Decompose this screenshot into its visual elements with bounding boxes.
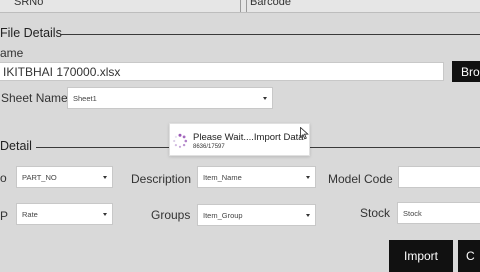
rate-label: P <box>0 209 9 223</box>
section-divider <box>309 147 480 148</box>
part-no-label: o <box>0 171 7 185</box>
stock-value: Stock <box>403 208 422 218</box>
secondary-button[interactable]: C <box>458 240 480 272</box>
section-divider <box>60 34 480 35</box>
detail-title: Detail <box>0 139 32 153</box>
mouse-pointer-icon <box>300 127 309 140</box>
grid-col-srno[interactable]: SRNo <box>14 0 43 8</box>
popup-progress: 8636/17597 <box>193 144 225 150</box>
file-details-title: File Details <box>0 26 62 40</box>
chevron-down-icon <box>306 175 310 179</box>
model-code-input[interactable] <box>398 166 480 188</box>
section-divider <box>36 147 170 148</box>
grid-col-separator <box>240 0 241 12</box>
loading-spinner-icon <box>173 133 188 148</box>
chevron-down-icon <box>263 96 267 100</box>
part-no-value: PART_NO <box>22 172 57 182</box>
part-no-select[interactable]: PART_NO <box>16 166 113 188</box>
sheet-name-value: Sheet1 <box>73 93 97 103</box>
chevron-down-icon <box>103 175 107 179</box>
rate-select[interactable]: Rate <box>16 203 113 225</box>
grid-col-barcode[interactable]: Barcode <box>250 0 291 8</box>
file-path-value: IKITBHAI 170000.xlsx <box>3 64 121 79</box>
stock-label: Stock <box>360 206 391 220</box>
grid-col-separator <box>246 0 247 12</box>
description-label: Description <box>131 172 192 186</box>
sheet-name-label: Sheet Name <box>1 91 68 105</box>
file-path-input[interactable]: IKITBHAI 170000.xlsx <box>0 62 444 81</box>
loading-popup: Please Wait....Import Data 8636/17597 <box>169 123 310 156</box>
stock-select[interactable]: Stock <box>397 202 480 224</box>
description-select[interactable]: Item_Name <box>197 166 316 188</box>
description-value: Item_Name <box>203 172 242 182</box>
grid-header: SRNo Barcode <box>0 0 480 13</box>
groups-select[interactable]: Item_Group <box>197 204 316 226</box>
rate-value: Rate <box>22 209 38 219</box>
sheet-name-select[interactable]: Sheet1 <box>67 87 273 109</box>
chevron-down-icon <box>306 213 310 217</box>
browse-button[interactable]: Bro <box>452 61 480 82</box>
model-code-label: Model Code <box>328 172 393 186</box>
import-button[interactable]: Import <box>389 240 453 272</box>
groups-value: Item_Group <box>203 210 243 220</box>
groups-label: Groups <box>151 208 191 222</box>
popup-title: Please Wait....Import Data <box>193 132 304 143</box>
chevron-down-icon <box>103 212 107 216</box>
file-name-label: ame <box>0 46 24 60</box>
